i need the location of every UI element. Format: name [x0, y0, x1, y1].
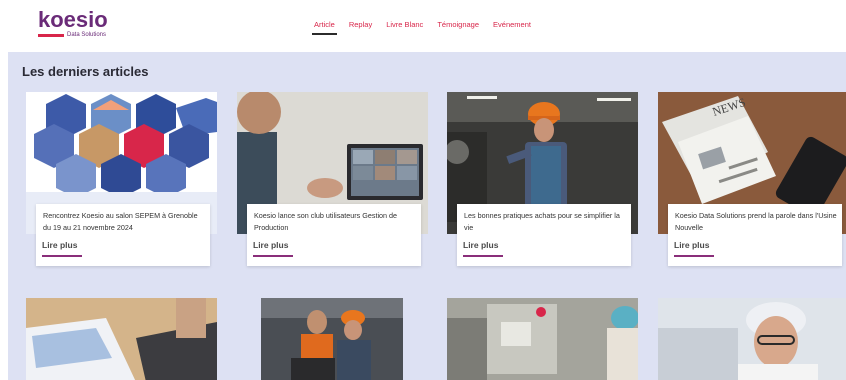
- section-title: Les derniers articles: [22, 64, 149, 79]
- article-card-4[interactable]: NEWS Koesio Data Solutions prend la paro…: [658, 92, 846, 270]
- article-title: Rencontrez Koesio au salon SEPEM à Greno…: [43, 211, 198, 232]
- read-more-link[interactable]: Lire plus: [463, 240, 498, 250]
- nav-tab-livre-blanc[interactable]: Livre Blanc: [386, 14, 423, 34]
- nav-tab-temoignage[interactable]: Témoignage: [437, 14, 479, 34]
- machine-image: [447, 298, 638, 380]
- article-card-1-content: Rencontrez Koesio au salon SEPEM à Greno…: [36, 204, 210, 266]
- read-more-link[interactable]: Lire plus: [42, 240, 77, 250]
- article-title: Koesio lance son club utilisateurs Gesti…: [254, 211, 398, 232]
- article-card-1[interactable]: Rencontrez Koesio au salon SEPEM à Greno…: [26, 92, 217, 270]
- article-card-5[interactable]: [26, 298, 217, 380]
- logo-subtext: Data Solutions: [67, 32, 107, 38]
- link-underline: [42, 255, 82, 257]
- link-underline: [463, 255, 503, 257]
- logo-accent-bar: [38, 34, 64, 37]
- article-card-6[interactable]: [261, 298, 403, 380]
- article-card-8[interactable]: [658, 298, 846, 380]
- koesio-logo[interactable]: koesio Data Solutions: [38, 8, 118, 40]
- article-card-3-content: Les bonnes pratiques achats pour se simp…: [457, 204, 631, 266]
- article-card-2[interactable]: Koesio lance son club utilisateurs Gesti…: [237, 92, 428, 270]
- workers-laptop-image: [261, 298, 403, 380]
- articles-section: Les derniers articles Rencontrez Koesio …: [8, 52, 846, 380]
- article-card-2-content: Koesio lance son club utilisateurs Gesti…: [247, 204, 421, 266]
- site-header: koesio Data Solutions Article Replay Liv…: [0, 0, 846, 52]
- link-underline: [253, 255, 293, 257]
- article-title: Koesio Data Solutions prend la parole da…: [675, 211, 837, 232]
- laptop-charts-image: [26, 298, 217, 380]
- article-card-7[interactable]: [447, 298, 638, 380]
- read-more-link[interactable]: Lire plus: [674, 240, 709, 250]
- nav-tab-replay[interactable]: Replay: [349, 14, 372, 34]
- article-card-3[interactable]: Les bonnes pratiques achats pour se simp…: [447, 92, 638, 270]
- link-underline: [674, 255, 714, 257]
- read-more-link[interactable]: Lire plus: [253, 240, 288, 250]
- article-title: Les bonnes pratiques achats pour se simp…: [464, 211, 620, 232]
- article-card-4-content: Koesio Data Solutions prend la parole da…: [668, 204, 842, 266]
- logo-wordmark: koesio: [38, 7, 108, 32]
- nav-tab-article[interactable]: Article: [312, 14, 337, 35]
- lab-worker-image: [658, 298, 846, 380]
- main-nav: Article Replay Livre Blanc Témoignage Ev…: [312, 14, 545, 35]
- nav-tab-evenement[interactable]: Evénement: [493, 14, 531, 34]
